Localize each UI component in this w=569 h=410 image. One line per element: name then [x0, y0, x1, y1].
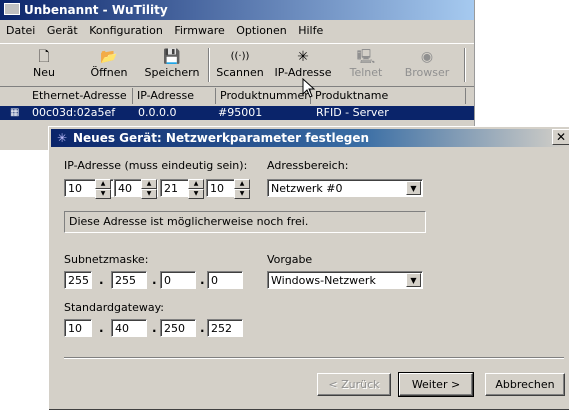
ip-address-icon: ✳ — [297, 49, 309, 65]
ip-octet-2-spinner[interactable]: ▲ ▼ — [141, 179, 157, 199]
subnet-label: Subnetzmaske: — [64, 253, 149, 266]
scan-icon: ((·)) — [230, 51, 250, 62]
chevron-down-icon[interactable]: ▼ — [406, 181, 421, 195]
ip-label: IP-Adresse (muss eindeutig sein): — [64, 159, 248, 172]
open-button-label: Öffnen — [90, 66, 128, 79]
mouse-cursor-icon — [302, 78, 316, 98]
dot-separator: . — [99, 273, 104, 287]
ip-address-button[interactable]: ✳ IP-Adresse — [272, 48, 334, 79]
main-window-title: Unbenannt - WuTility — [24, 3, 168, 17]
menu-geraet[interactable]: Gerät — [47, 24, 78, 37]
dialog-title: Neues Gerät: Netzwerkparameter festlegen — [73, 131, 370, 145]
range-label: Adressbereich: — [267, 159, 349, 172]
row-mac: 00c03d:02a5ef — [32, 106, 116, 119]
close-icon[interactable]: ✕ — [552, 129, 569, 145]
range-select[interactable]: Netzwerk #0 ▼ — [267, 179, 423, 197]
ip-octet-1-spinner[interactable]: ▲ ▼ — [95, 179, 111, 199]
scan-button-label: Scannen — [216, 66, 264, 79]
dot-separator: . — [99, 321, 104, 335]
dot-separator: . — [200, 321, 205, 335]
menu-konfiguration[interactable]: Konfiguration — [89, 24, 163, 37]
device-icon: ▦ — [10, 107, 20, 118]
save-icon: 💾 — [163, 49, 181, 65]
preset-select[interactable]: Windows-Netzwerk ▼ — [267, 271, 423, 289]
browser-icon: ◉ — [420, 49, 434, 65]
row-product-number: #95001 — [218, 106, 263, 119]
subnet-octet-1[interactable]: 255 — [64, 271, 92, 289]
gateway-octet-1[interactable]: 10 — [64, 319, 92, 337]
subnet-octet-3[interactable]: 0 — [160, 271, 196, 289]
menu-optionen[interactable]: Optionen — [236, 24, 286, 37]
open-button[interactable]: 📂 Öffnen — [84, 48, 134, 79]
cancel-button[interactable]: Abbrechen — [485, 373, 565, 396]
save-button[interactable]: 💾 Speichern — [142, 48, 202, 79]
gateway-label: Standardgateway: — [64, 301, 164, 314]
dialog-icon: ✳ — [57, 131, 68, 145]
row-product-name: RFID - Server — [316, 106, 389, 119]
new-document-icon: 🗋 — [38, 49, 50, 65]
main-title-bar: Unbenannt - WuTility — [0, 0, 474, 20]
dialog-title-bar: ✳ Neues Gerät: Netzwerkparameter festlege… — [51, 129, 568, 147]
dot-separator: . — [152, 321, 157, 335]
column-product-name[interactable]: Produktname — [311, 88, 466, 104]
telnet-button-label: Telnet — [349, 66, 383, 79]
new-button[interactable]: 🗋 Neu — [24, 48, 64, 79]
new-button-label: Neu — [33, 66, 55, 79]
column-product-number[interactable]: Produktnummer — [216, 88, 311, 104]
scan-button[interactable]: ((·)) Scannen — [214, 48, 266, 79]
toolbar-separator — [464, 48, 466, 82]
column-ethernet[interactable]: Ethernet-Adresse — [28, 88, 133, 104]
open-folder-icon: 📂 — [100, 49, 118, 65]
app-icon — [4, 3, 20, 15]
gateway-octet-2[interactable]: 40 — [111, 319, 147, 337]
subnet-octet-4[interactable]: 0 — [207, 271, 243, 289]
row-ip: 0.0.0.0 — [138, 106, 177, 119]
dot-separator: . — [152, 273, 157, 287]
save-button-label: Speichern — [144, 66, 200, 79]
telnet-icon: 🖳 — [356, 49, 376, 65]
browser-button[interactable]: ◉ Browser — [400, 48, 454, 79]
ip-octet-4-spinner[interactable]: ▲ ▼ — [234, 179, 250, 199]
next-button[interactable]: Weiter > — [398, 372, 474, 397]
chevron-down-icon[interactable]: ▼ — [406, 273, 421, 287]
menu-bar: Datei Gerät Konfiguration Firmware Optio… — [0, 22, 325, 40]
availability-info: Diese Adresse ist möglicherweise noch fr… — [64, 211, 426, 233]
toolbar: 🗋 Neu 📂 Öffnen 💾 Speichern ((·)) Scannen… — [0, 43, 474, 87]
back-button[interactable]: < Zurück — [317, 373, 391, 396]
dot-separator: . — [200, 273, 205, 287]
subnet-octet-2[interactable]: 255 — [111, 271, 147, 289]
menu-datei[interactable]: Datei — [6, 24, 35, 37]
menu-firmware[interactable]: Firmware — [174, 24, 224, 37]
column-ip[interactable]: IP-Adresse — [133, 88, 216, 104]
toolbar-separator — [208, 48, 210, 82]
device-row[interactable]: ▦ 00c03d:02a5ef 0.0.0.0 #95001 RFID - Se… — [0, 106, 474, 120]
menu-hilfe[interactable]: Hilfe — [298, 24, 323, 37]
gateway-octet-3[interactable]: 250 — [160, 319, 196, 337]
new-device-dialog: ✳ Neues Gerät: Netzwerkparameter festlege… — [48, 126, 569, 410]
telnet-button[interactable]: 🖳 Telnet — [344, 48, 388, 79]
preset-label: Vorgabe — [267, 253, 313, 266]
gateway-octet-4[interactable]: 252 — [207, 319, 243, 337]
divider — [64, 357, 564, 359]
browser-button-label: Browser — [404, 66, 450, 79]
ip-octet-3-spinner[interactable]: ▲ ▼ — [188, 179, 204, 199]
